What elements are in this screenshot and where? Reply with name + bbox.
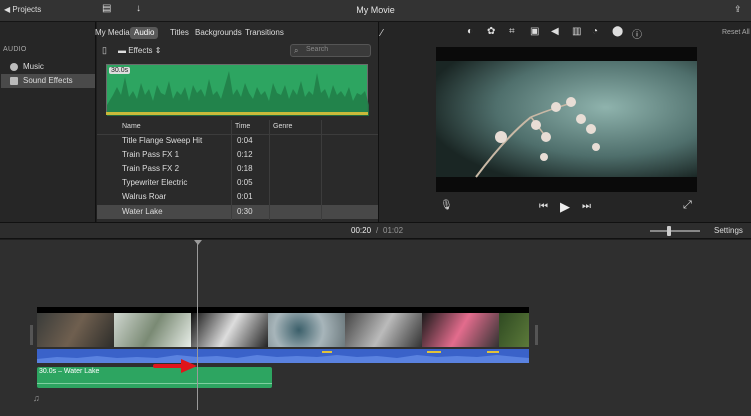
sidebar-heading: AUDIO (3, 46, 27, 53)
window-title: My Movie (356, 5, 395, 15)
waveform-duration-badge: 30.0s (109, 67, 131, 74)
playhead-marker[interactable] (194, 240, 202, 245)
color-correction-icon[interactable]: ✿ (487, 26, 495, 37)
equalizer-icon[interactable]: ▥ (572, 26, 581, 37)
volume-icon[interactable]: ◀ (551, 26, 559, 37)
list-item[interactable]: Typewriter Electric 0:05 (97, 176, 378, 190)
video-thumbnail (191, 313, 268, 347)
search-placeholder: Search (306, 46, 329, 53)
clip-left-handle[interactable] (30, 325, 33, 345)
folder-dropdown[interactable]: ▬ Effects ⇕ (118, 46, 161, 55)
play-icon[interactable]: ▶ (560, 199, 570, 215)
tab-titles[interactable]: Titles (166, 27, 193, 39)
column-header-genre[interactable]: Genre (273, 123, 292, 130)
list-item[interactable]: Train Pass FX 1 0:12 (97, 148, 378, 162)
time-separator: / (376, 226, 379, 235)
sidebar-item-sound-effects[interactable]: Sound Effects (1, 74, 95, 88)
column-divider (321, 120, 322, 220)
tab-transitions[interactable]: Transitions (241, 27, 288, 39)
folder-icon: ▬ (118, 46, 129, 55)
total-time: 01:02 (383, 226, 404, 235)
color-balance-icon[interactable]: ◐ (467, 26, 473, 37)
stabilization-icon[interactable]: ▣ (530, 26, 539, 37)
video-thumbnail (422, 313, 499, 347)
video-clip-strip[interactable] (37, 307, 529, 347)
skip-back-icon[interactable]: ⏮︎ (539, 201, 548, 212)
video-thumbnail (345, 313, 422, 347)
tab-audio[interactable]: Audio (130, 27, 159, 39)
chevron-updown-icon: ⇕ (152, 46, 162, 55)
video-thumbnail (37, 313, 114, 347)
audio-preview-waveform[interactable]: 30.0s (106, 64, 369, 116)
title-bar: ◀ Projects ▤ ↓ My Movie ⇪ (0, 0, 751, 22)
voiceover-mic-icon[interactable]: 🎙︎ (440, 200, 453, 211)
info-icon[interactable]: ⓘ (632, 26, 642, 41)
skip-forward-icon[interactable]: ⏭︎ (582, 201, 591, 212)
column-divider (231, 120, 232, 220)
fullscreen-icon[interactable]: ⤢ (683, 199, 692, 212)
sidebar-toggle-icon[interactable]: ▯ (102, 45, 107, 56)
clip-volume-line[interactable] (37, 383, 272, 384)
column-header-time[interactable]: Time (235, 123, 250, 130)
crop-icon[interactable]: ⌗ (509, 26, 515, 37)
list-item[interactable]: Water Lake 0:30 (97, 205, 378, 219)
sfx-clip-label: 30.0s – Water Lake (39, 368, 100, 375)
red-arrow-annotation (153, 359, 197, 373)
share-icon[interactable]: ⇪ (734, 4, 742, 15)
column-divider (269, 120, 270, 220)
reset-all-button[interactable]: Reset All (722, 29, 750, 36)
list-item[interactable]: Train Pass FX 2 0:18 (97, 162, 378, 176)
zoom-slider[interactable] (650, 226, 700, 236)
zoom-slider-handle[interactable] (667, 226, 671, 236)
waveform-baseline (106, 112, 368, 115)
video-thumbnail (114, 313, 191, 347)
current-time: 00:20 (351, 226, 372, 235)
speed-icon[interactable]: ◔ (592, 26, 598, 37)
list-item[interactable]: Walrus Roar 0:01 (97, 190, 378, 204)
search-icon: ⌕ (294, 46, 299, 55)
settings-button[interactable]: Settings (714, 226, 743, 235)
music-note-icon (10, 63, 18, 71)
video-preview (436, 47, 697, 192)
sidebar-item-music[interactable]: Music (1, 60, 95, 74)
attached-audio-clip[interactable] (37, 349, 529, 363)
column-header-name[interactable]: Name (122, 123, 141, 130)
speaker-icon (10, 77, 18, 85)
background-music-icon: ♫ (33, 393, 40, 403)
tab-my-media[interactable]: My Media (91, 27, 134, 39)
tab-backgrounds[interactable]: Backgrounds (191, 27, 246, 39)
clip-right-handle[interactable] (535, 325, 538, 345)
magic-wand-icon[interactable]: ⁄ (381, 28, 383, 39)
video-thumbnail (268, 313, 345, 347)
search-field[interactable]: ⌕ Search (290, 44, 371, 57)
playhead[interactable] (197, 240, 198, 410)
filter-icon[interactable]: ⬤ (612, 26, 623, 37)
video-thumbnail (499, 313, 529, 347)
list-item[interactable]: Title Flange Sweep Hit 0:04 (97, 134, 378, 148)
timeline-header: 00:20 / 01:02 Settings (0, 222, 751, 239)
